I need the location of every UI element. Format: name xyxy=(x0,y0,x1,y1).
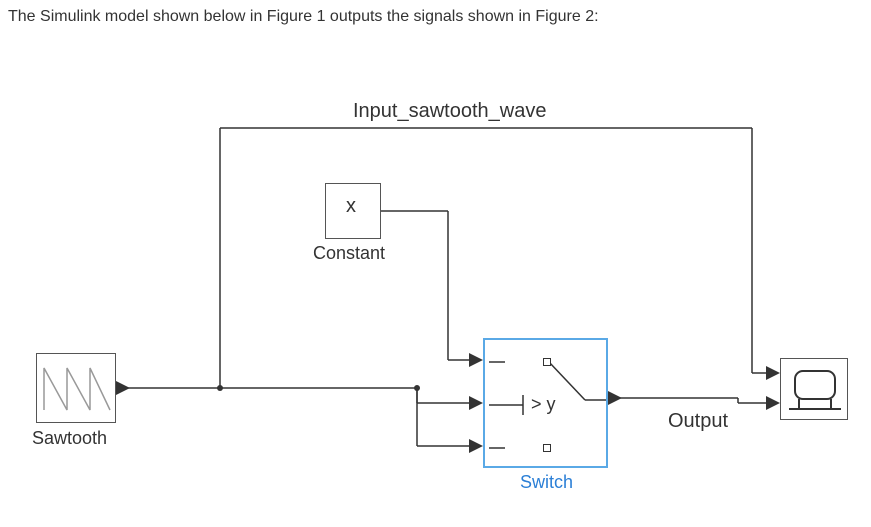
arrow-icon xyxy=(608,391,622,405)
arrow-icon xyxy=(766,366,780,380)
scope-icon xyxy=(781,359,849,421)
switch-label: Switch xyxy=(520,472,573,493)
switch-block[interactable]: > y xyxy=(483,338,608,468)
constant-value: x xyxy=(346,195,356,218)
signal-label-output: Output xyxy=(668,410,728,433)
sawtooth-block[interactable] xyxy=(36,353,116,423)
arrow-icon xyxy=(469,439,483,453)
switch-condition: > y xyxy=(531,394,556,415)
junction-dot xyxy=(217,385,223,391)
junction-dot xyxy=(414,385,420,391)
arrow-icon xyxy=(469,396,483,410)
arrow-icon xyxy=(766,396,780,410)
simulink-diagram: Sawtooth x Constant > y Switch xyxy=(0,38,871,518)
sawtooth-icon xyxy=(41,360,113,418)
arrow-icon xyxy=(116,381,130,395)
sawtooth-label: Sawtooth xyxy=(32,428,107,449)
arrow-icon xyxy=(469,353,483,367)
switch-port-bottom xyxy=(543,444,551,452)
signal-label-top: Input_sawtooth_wave xyxy=(353,100,546,123)
page: The Simulink model shown below in Figure… xyxy=(0,0,871,527)
switch-port-top xyxy=(543,358,551,366)
constant-label: Constant xyxy=(313,243,385,264)
scope-block[interactable] xyxy=(780,358,848,420)
intro-text: The Simulink model shown below in Figure… xyxy=(8,8,599,26)
